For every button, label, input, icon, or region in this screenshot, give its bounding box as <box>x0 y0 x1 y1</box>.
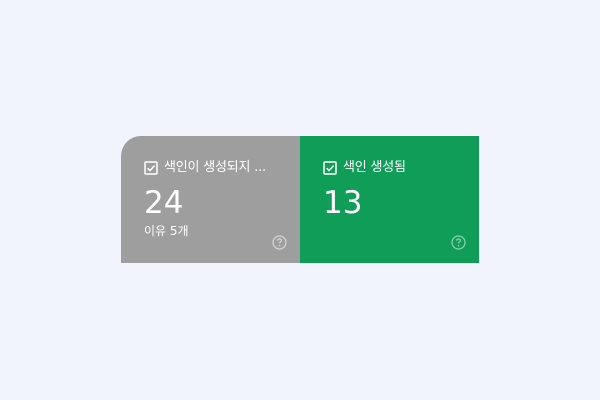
checkbox-checked-icon[interactable] <box>144 161 158 175</box>
indexed-label: 색인 생성됨 <box>343 160 406 175</box>
index-status-cards: 색인이 생성되지 ... 24 이유 5개 색인 생성됨 13 <box>121 136 479 263</box>
checkbox-checked-icon[interactable] <box>323 161 337 175</box>
not-indexed-card[interactable]: 색인이 생성되지 ... 24 이유 5개 <box>121 136 300 263</box>
indexed-count: 13 <box>323 185 363 221</box>
help-circle-icon[interactable] <box>272 235 287 250</box>
help-circle-icon[interactable] <box>451 235 466 250</box>
not-indexed-count: 24 <box>144 185 184 221</box>
not-indexed-reasons: 이유 5개 <box>144 224 189 238</box>
indexed-card-header: 색인 생성됨 <box>323 160 406 176</box>
indexed-card[interactable]: 색인 생성됨 13 <box>300 136 479 263</box>
not-indexed-label: 색인이 생성되지 ... <box>164 160 266 175</box>
not-indexed-card-header: 색인이 생성되지 ... <box>144 160 266 176</box>
